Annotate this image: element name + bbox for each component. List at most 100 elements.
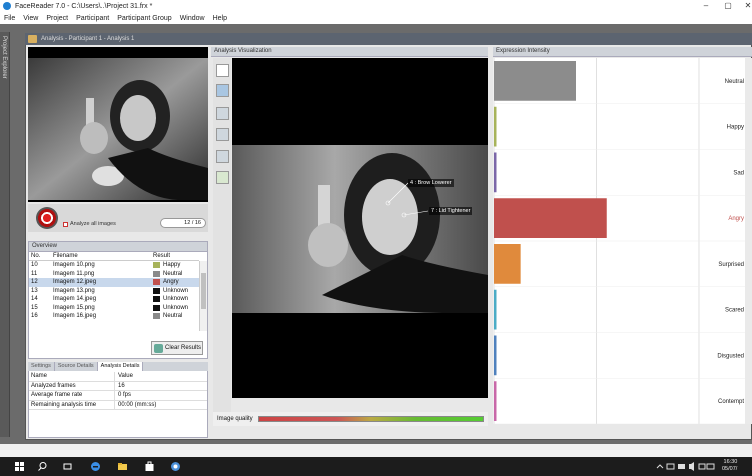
app-icon: [3, 2, 11, 10]
menu-view[interactable]: View: [23, 15, 38, 22]
expression-scrollbar[interactable]: [745, 58, 752, 424]
close-button[interactable]: ✕: [738, 0, 752, 12]
table-row[interactable]: 12 Imagem 12.jpeg Angry: [29, 278, 199, 287]
bar-surprised: [494, 244, 521, 284]
row-result: Neutral: [153, 312, 199, 321]
bar-sad: [494, 152, 497, 193]
clear-results-label: Clear Results: [165, 345, 202, 351]
row-result: Unknown: [153, 295, 199, 304]
result-swatch: [153, 279, 160, 286]
label-neutral: Neutral: [725, 79, 744, 85]
bar-contempt: [494, 381, 497, 421]
result-swatch: [153, 270, 160, 277]
facereader-app-icon[interactable]: [170, 461, 181, 472]
project-explorer-label: Project Explorer: [1, 36, 7, 79]
analyze-all-checkbox[interactable]: Analyze all images: [63, 221, 116, 227]
bar-happy: [494, 106, 497, 147]
row-no: 10: [31, 262, 38, 268]
face-model-icon[interactable]: [216, 84, 229, 97]
result-label: Unknown: [163, 296, 189, 302]
row-filename: Imagem 16.jpeg: [53, 313, 97, 319]
table-row[interactable]: 10 Imagem 10.png Happy: [29, 261, 199, 270]
task-view-icon[interactable]: [62, 461, 73, 472]
result-label: Happy: [163, 262, 181, 268]
landmarks-icon[interactable]: [216, 128, 229, 141]
result-swatch: [153, 287, 160, 294]
table-row[interactable]: 13 Imagem 13.png Unknown: [29, 287, 199, 296]
maximize-button[interactable]: ▢: [718, 0, 738, 12]
menu-help[interactable]: Help: [213, 15, 227, 22]
row-filename: Imagem 12.jpeg: [53, 279, 97, 285]
store-icon[interactable]: [144, 461, 155, 472]
visualization-title: Analysis Visualization: [211, 47, 488, 57]
row-no: 11: [31, 270, 38, 277]
clear-results-button[interactable]: Clear Results: [151, 341, 203, 355]
col-result[interactable]: Result: [153, 252, 199, 260]
bar-neutral: [494, 61, 576, 101]
result-label: Neutral: [163, 270, 183, 277]
system-tray-icons[interactable]: [655, 461, 715, 472]
frame-tool-icon[interactable]: [216, 64, 229, 77]
menu-window[interactable]: Window: [180, 15, 205, 22]
windows-start-icon[interactable]: [14, 461, 25, 472]
tab-settings[interactable]: Settings: [28, 362, 55, 371]
title-bar: FaceReader 7.0 - C:\Users\..\Project 31.…: [0, 0, 752, 12]
overview-title: Overview: [29, 242, 207, 252]
au-annotation: 7 : Lid Tightener: [429, 207, 473, 215]
result-label: Unknown: [163, 304, 189, 311]
menu-project[interactable]: Project: [46, 15, 68, 22]
menu-participant[interactable]: Participant: [76, 15, 109, 22]
row-no: 15: [31, 304, 38, 311]
result-label: Unknown: [163, 287, 189, 294]
details-header-row: Name Value: [29, 372, 207, 382]
expression-title: Expression Intensity: [493, 47, 752, 57]
tab-analysis-details[interactable]: Analysis Details: [97, 362, 144, 371]
row-filename: Imagem 11.png: [53, 270, 95, 277]
scroll-thumb[interactable]: [201, 273, 206, 309]
mesh-icon[interactable]: [216, 150, 229, 163]
details-tabs: Settings Source Details Analysis Details: [28, 362, 208, 371]
table-row[interactable]: 15 Imagem 15.png Unknown: [29, 304, 199, 313]
row-result: Angry: [153, 278, 199, 287]
clear-icon: [154, 343, 163, 353]
search-icon[interactable]: [37, 461, 48, 472]
label-scared: Scared: [725, 308, 744, 314]
menu-file[interactable]: File: [4, 15, 15, 22]
row-filename: Imagem 13.png: [53, 287, 95, 294]
image-quality-bar: Image quality: [213, 412, 488, 426]
col-filename[interactable]: Filename: [53, 252, 153, 260]
analysis-window-title: Analysis - Participant 1 - Analysis 1: [41, 36, 135, 42]
analysis-icon: [28, 35, 37, 43]
tab-source-details[interactable]: Source Details: [55, 362, 98, 371]
row-no: 16: [31, 313, 38, 319]
face-mask-icon[interactable]: [216, 107, 229, 120]
taskbar-clock[interactable]: 16:30 05/07/: [722, 459, 737, 473]
details-row: Remaining analysis time 00:00 (mm:ss): [29, 400, 207, 410]
bar-disgusted: [494, 335, 497, 376]
detail-name: Analyzed frames: [29, 381, 115, 390]
overview-scrollbar[interactable]: [199, 261, 207, 331]
table-row[interactable]: 16 Imagem 16.jpeg Neutral: [29, 312, 199, 321]
result-swatch: [153, 313, 160, 320]
project-explorer-tab[interactable]: Project Explorer: [0, 32, 10, 437]
menu-participant-group[interactable]: Participant Group: [117, 15, 171, 22]
record-button[interactable]: [36, 207, 58, 229]
result-swatch: [153, 262, 160, 269]
minimize-button[interactable]: –: [696, 0, 716, 12]
overview-rows: 10 Imagem 10.png Happy 11 Imagem 11.png Neutr…: [29, 261, 199, 321]
edge-icon[interactable]: [90, 461, 101, 472]
col-no[interactable]: No.: [29, 252, 53, 260]
status-bar: [0, 444, 752, 457]
grid-icon[interactable]: [216, 171, 229, 184]
overview-header-row: No. Filename Result: [29, 252, 199, 261]
file-explorer-icon[interactable]: [117, 461, 128, 472]
table-row[interactable]: 14 Imagem 14.jpeg Unknown: [29, 295, 199, 304]
checkbox-box[interactable]: [63, 221, 68, 227]
row-result: Unknown: [153, 287, 199, 296]
label-angry: Angry: [728, 216, 744, 222]
table-row[interactable]: 11 Imagem 11.png Neutral: [29, 270, 199, 279]
result-swatch: [153, 296, 160, 303]
frame-counter[interactable]: 12 / 16: [160, 218, 206, 228]
detail-value: 0 fps: [118, 392, 132, 398]
col-value: Value: [118, 373, 133, 379]
